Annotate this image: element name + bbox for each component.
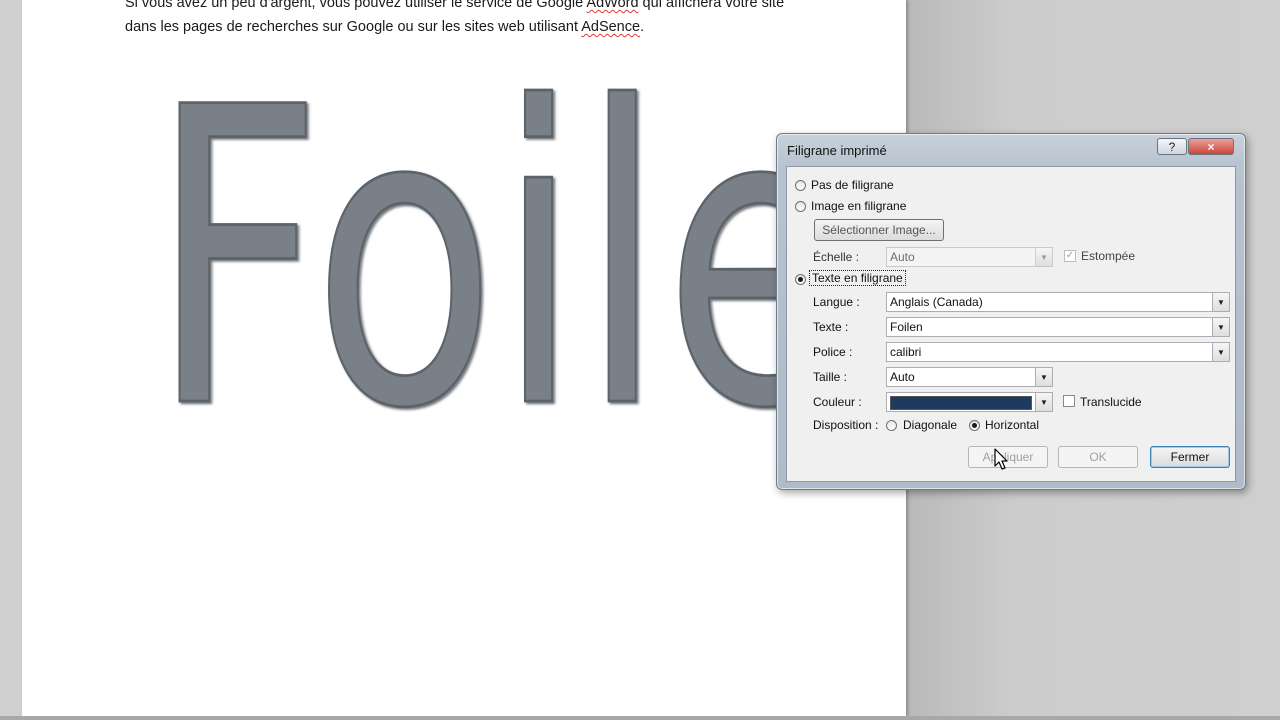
radio-no-watermark[interactable]	[795, 180, 806, 191]
picture-watermark-label[interactable]: Image en filigrane	[811, 199, 906, 213]
horizontal-label[interactable]: Horizontal	[985, 418, 1039, 432]
scale-value: Auto	[890, 250, 915, 264]
ok-button[interactable]: OK	[1058, 446, 1138, 468]
line2-text-b: .	[640, 19, 645, 35]
close-icon[interactable]: ×	[1188, 138, 1234, 155]
misspelled-word-adword: AdWord	[586, 0, 639, 11]
chevron-down-icon[interactable]: ▼	[1035, 368, 1052, 386]
workspace-left-margin	[0, 0, 23, 720]
text-watermark-label-text: Texte en filigrane	[809, 270, 906, 286]
line2-text-a: dans les pages de recherches sur Google …	[125, 19, 582, 35]
layout-label: Disposition :	[813, 418, 879, 432]
line1-text-b: qui affichera votre site	[638, 0, 785, 11]
diagonal-label[interactable]: Diagonale	[903, 418, 957, 432]
watermark-dialog: Filigrane imprimé ? × Pas de filigrane I…	[776, 133, 1246, 490]
dialog-client-area: Pas de filigrane Image en filigrane Séle…	[786, 166, 1236, 482]
text-label: Texte :	[813, 320, 849, 334]
scale-label: Échelle :	[813, 250, 860, 264]
size-value: Auto	[890, 370, 915, 384]
line1-text-a: Si vous avez un peu d'argent, vous pouve…	[125, 0, 587, 11]
size-combo[interactable]: Auto ▼	[886, 367, 1053, 387]
chevron-down-icon[interactable]: ▼	[1212, 293, 1229, 311]
document-paragraph: Si vous avez un peu d'argent, vous pouve…	[125, 0, 845, 39]
font-value: calibri	[890, 345, 922, 359]
chevron-down-icon[interactable]: ▼	[1035, 248, 1052, 266]
document-page[interactable]: Si vous avez un peu d'argent, vous pouve…	[22, 0, 906, 716]
color-swatch	[890, 396, 1032, 410]
no-watermark-label[interactable]: Pas de filigrane	[811, 178, 894, 192]
text-combo[interactable]: Foilen ▼	[886, 317, 1230, 337]
paragraph-line-1: Si vous avez un peu d'argent, vous pouve…	[125, 0, 845, 15]
paragraph-line-2: dans les pages de recherches sur Google …	[125, 15, 845, 39]
text-watermark-label[interactable]: Texte en filigrane	[809, 270, 906, 286]
text-value: Foilen	[890, 320, 923, 334]
radio-text-watermark[interactable]	[795, 274, 806, 285]
size-label: Taille :	[813, 370, 848, 384]
mouse-pointer-icon	[994, 448, 1008, 470]
language-label: Langue :	[813, 295, 860, 309]
close-button[interactable]: Fermer	[1150, 446, 1230, 468]
status-area-edge	[0, 716, 1280, 720]
font-combo[interactable]: calibri ▼	[886, 342, 1230, 362]
radio-horizontal[interactable]	[969, 420, 980, 431]
radio-picture-watermark[interactable]	[795, 201, 806, 212]
washout-checkbox[interactable]: ✓	[1064, 250, 1076, 262]
semitransparent-checkbox[interactable]	[1063, 395, 1075, 407]
chevron-down-icon[interactable]: ▼	[1212, 343, 1229, 361]
dialog-title: Filigrane imprimé	[787, 143, 887, 158]
color-combo[interactable]: ▼	[886, 392, 1053, 412]
semitransparent-label[interactable]: Translucide	[1080, 395, 1142, 409]
washout-label[interactable]: Estompée	[1081, 249, 1135, 263]
font-label: Police :	[813, 345, 853, 359]
chevron-down-icon[interactable]: ▼	[1212, 318, 1229, 336]
color-label: Couleur :	[813, 395, 862, 409]
language-value: Anglais (Canada)	[890, 295, 983, 309]
help-button[interactable]: ?	[1157, 138, 1187, 155]
chevron-down-icon[interactable]: ▼	[1035, 393, 1052, 411]
misspelled-word-adsence: AdSence	[581, 19, 641, 35]
select-picture-button[interactable]: Sélectionner Image...	[814, 219, 944, 241]
radio-diagonal[interactable]	[886, 420, 897, 431]
scale-combo[interactable]: Auto ▼	[886, 247, 1053, 267]
language-combo[interactable]: Anglais (Canada) ▼	[886, 292, 1230, 312]
